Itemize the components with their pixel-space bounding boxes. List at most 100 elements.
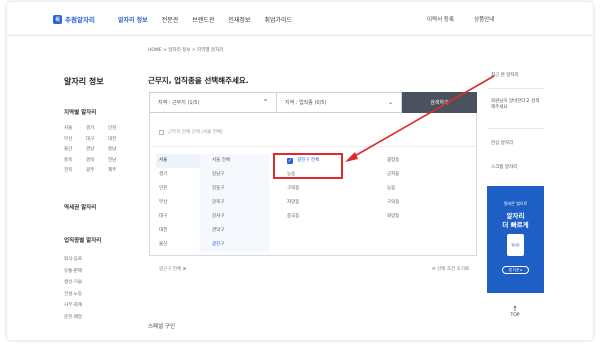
- main-nav: 알자리 정보 전문관 브랜드관 인재정보 취업가이드: [118, 15, 306, 24]
- register-resume-link[interactable]: 이력서 등록: [427, 15, 454, 23]
- industry-link[interactable]: 외식·음료: [64, 254, 82, 266]
- reset-button[interactable]: ⟳ 선택 조건 초기화: [432, 266, 469, 272]
- region-item[interactable]: 울산: [156, 238, 200, 252]
- region-item[interactable]: 인천: [156, 182, 200, 196]
- sub-district-item[interactable]: 광장동: [387, 154, 447, 168]
- region-item[interactable]: 대구: [156, 210, 200, 224]
- page-title: 근무지, 업직종을 선택해주세요.: [148, 76, 249, 85]
- checkbox-icon: [159, 129, 164, 135]
- region-link[interactable]: 울산: [64, 146, 86, 152]
- region-select[interactable]: 지역 : 근무지 (1/5) ^: [149, 92, 277, 113]
- sub-district-item[interactable]: 자양동: [287, 196, 387, 210]
- sidebar-industry-list: 외식·음료 유통·판매 생산·기술 건설·노동 사무·회계 운전·배달: [64, 254, 82, 324]
- check-all[interactable]: 근무지 전체 선택 (서울 전체): [159, 129, 223, 135]
- nav-brand[interactable]: 브랜드관: [192, 15, 214, 24]
- logo-text: 추첨알자리: [65, 16, 95, 24]
- browser-frame: 워 추첨알자리 알자리 정보 전문관 브랜드관 인재정보 취업가이드 이력서 등…: [7, 2, 593, 340]
- region-link[interactable]: 대전: [108, 136, 130, 142]
- industry-link[interactable]: 건설·노동: [64, 289, 82, 301]
- search-button[interactable]: 검색하기: [402, 92, 477, 113]
- divider: [487, 128, 544, 129]
- app-icon: 알바몬: [507, 234, 524, 256]
- top-header: 워 추첨알자리 알자리 정보 전문관 브랜드관 인재정보 취업가이드 이력서 등…: [7, 2, 593, 36]
- district-item[interactable]: 강남구: [200, 168, 270, 182]
- job-select[interactable]: 지역 : 업직종 (0/5) ⌄: [277, 92, 402, 113]
- region-link[interactable]: 충북: [64, 157, 86, 163]
- sub-district-item[interactable]: 군자동: [387, 168, 447, 182]
- region-link[interactable]: 경북: [86, 157, 108, 163]
- scroll-top-button[interactable]: ↑ TOP: [508, 305, 522, 319]
- rail-favorites[interactable]: 관심 알자리: [491, 140, 513, 146]
- header-right-links: 이력서 등록 상품안내: [427, 15, 514, 23]
- region-item[interactable]: 대전: [156, 224, 200, 238]
- sidebar-region-grid: 서울 경기 인천 부산 대구 대전 울산 경남 충남 충북 경북 전남 전북 광…: [64, 125, 130, 173]
- region-select-label: 지역 : 근무지 (1/5): [158, 100, 200, 106]
- sub-district-item[interactable]: 중곡동: [287, 210, 387, 224]
- sidebar-section-station[interactable]: 역세권 알자리: [64, 203, 96, 211]
- sidebar-title: 알자리 정보: [64, 77, 104, 86]
- rail-recent[interactable]: 최근 본 알자리: [491, 72, 519, 78]
- sub-district-item[interactable]: 구의동: [387, 196, 447, 210]
- region-link[interactable]: 인천: [108, 125, 130, 131]
- region-item[interactable]: 경기: [156, 168, 200, 182]
- chevron-up-icon: ^: [262, 99, 268, 106]
- nav-talent[interactable]: 인재정보: [228, 15, 250, 24]
- district-item[interactable]: 광진구: [200, 238, 270, 252]
- rail-login-prompt[interactable]: 회원님이 알바한다고 검색해주세요: [491, 99, 541, 111]
- region-link[interactable]: 전북: [64, 167, 86, 173]
- chevron-down-icon: ⌄: [387, 99, 393, 106]
- banner-download-button[interactable]: 앱 다운 ▸: [502, 266, 529, 274]
- industry-link[interactable]: 유통·판매: [64, 266, 82, 278]
- section-title-special: 스페셜 구인: [148, 324, 176, 330]
- sub-district-item[interactable]: 능동: [387, 182, 447, 196]
- top-label: TOP: [510, 313, 520, 318]
- selected-chip[interactable]: 알근구 전체 ⊗: [159, 266, 186, 272]
- region-dropdown-panel: 근무지 전체 선택 (서울 전체) 서울 경기 인천 부산 대구 대전 울산 서…: [149, 113, 477, 256]
- banner-caption: 알바몬 앱으로: [503, 201, 528, 206]
- industry-link[interactable]: 사무·회계: [64, 300, 82, 312]
- banner-line-1: 알자리: [506, 212, 525, 220]
- app-banner[interactable]: 알바몬 앱으로 알자리 더 빠르게 알바몬 앱 다운 ▸: [487, 186, 544, 293]
- industry-link[interactable]: 생산·기술: [64, 277, 82, 289]
- district-item[interactable]: 강북구: [200, 196, 270, 210]
- region-link[interactable]: 부산: [64, 136, 86, 142]
- region-link[interactable]: 대구: [86, 136, 108, 142]
- region-link[interactable]: 경남: [86, 146, 108, 152]
- rail-scrap[interactable]: 스크랩 알자리: [491, 164, 517, 170]
- industry-link[interactable]: 운전·배달: [64, 312, 82, 324]
- arrow-up-icon: ↑: [512, 305, 518, 313]
- divider: [150, 146, 476, 147]
- region-link[interactable]: 서울: [64, 125, 86, 131]
- region-link[interactable]: 전남: [108, 157, 130, 163]
- region-link[interactable]: 충남: [108, 146, 130, 152]
- nav-job-info[interactable]: 알자리 정보: [118, 15, 148, 24]
- region-link[interactable]: 제주: [108, 167, 130, 173]
- district-item[interactable]: 강동구: [200, 182, 270, 196]
- highlight-box: [273, 153, 343, 179]
- filter-row: 지역 : 근무지 (1/5) ^ 지역 : 업직종 (0/5) ⌄ 검색하기: [149, 92, 477, 113]
- nav-specialty[interactable]: 전문관: [162, 15, 179, 24]
- logo-icon: 워: [53, 14, 62, 24]
- divider: [487, 88, 544, 89]
- product-info-link[interactable]: 상품안내: [474, 15, 494, 23]
- nav-guide[interactable]: 취업가이드: [264, 15, 292, 24]
- sidebar-section-industry[interactable]: 업직종별 알자리: [64, 236, 101, 244]
- sidebar-section-region[interactable]: 지역별 알자리: [64, 108, 96, 116]
- job-select-label: 지역 : 업직종 (0/5): [285, 100, 327, 106]
- site-logo[interactable]: 워 추첨알자리: [53, 14, 95, 24]
- region-list: 서울 경기 인천 부산 대구 대전 울산: [156, 154, 200, 252]
- breadcrumb: HOME > 알자리 정보 > 지역별 알자리: [148, 48, 224, 53]
- region-item[interactable]: 부산: [156, 196, 200, 210]
- district-list: 서울 전체 강남구 강동구 강북구 강서구 관악구 광진구: [200, 154, 270, 252]
- region-link[interactable]: 경기: [86, 125, 108, 131]
- region-item[interactable]: 서울: [156, 154, 200, 168]
- banner-line-2: 더 빠르게: [502, 221, 529, 229]
- region-link[interactable]: 광주: [86, 167, 108, 173]
- district-item[interactable]: 강서구: [200, 210, 270, 224]
- district-item[interactable]: 서울 전체: [200, 154, 270, 168]
- district-item[interactable]: 관악구: [200, 224, 270, 238]
- sub-district-item[interactable]: 구의동: [287, 182, 387, 196]
- banner-headline: 알자리 더 빠르게: [487, 212, 544, 230]
- sub-district-item[interactable]: 화양동: [387, 210, 447, 224]
- check-all-label: 근무지 전체 선택 (서울 전체): [168, 130, 223, 135]
